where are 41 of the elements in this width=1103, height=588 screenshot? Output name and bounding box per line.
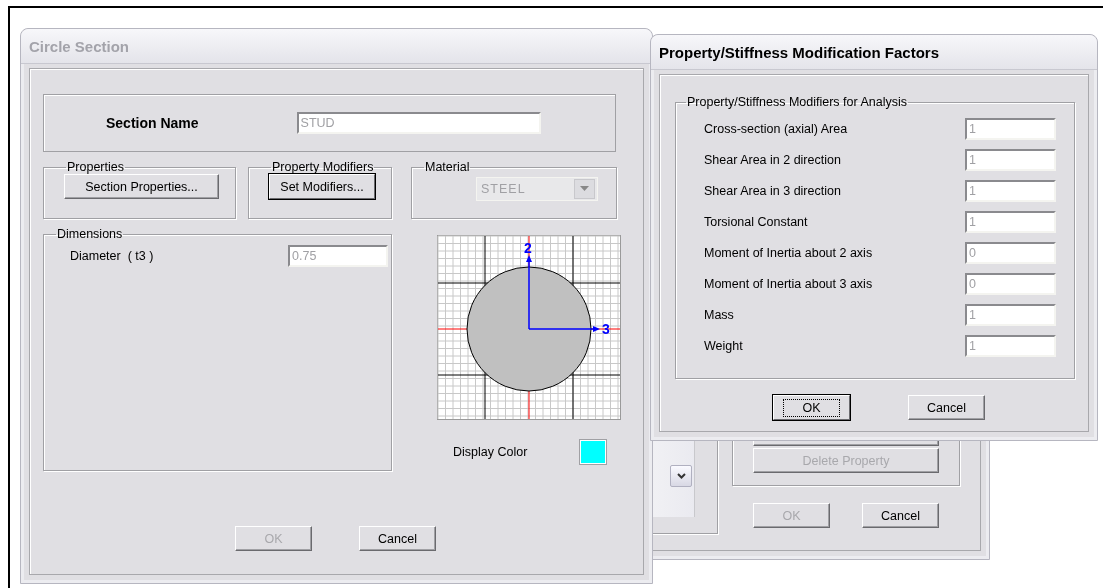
group-label: Properties (66, 160, 125, 174)
modifier-label: Shear Area in 3 direction (704, 183, 841, 198)
material-dropdown[interactable]: STEEL (476, 177, 598, 201)
modifier-label: Cross-section (axial) Area (704, 121, 848, 136)
scroll-down-button[interactable] (670, 465, 692, 487)
axis-label: 3 (602, 321, 610, 337)
display-color-label: Display Color (453, 445, 528, 459)
group-label: Material (424, 160, 471, 174)
color-swatch[interactable] (580, 440, 607, 464)
modifier-label: Shear Area in 2 direction (704, 152, 841, 167)
cancel-button[interactable]: Cancel (359, 526, 436, 551)
chevron-down-icon (676, 473, 686, 479)
ok-button[interactable]: OK (773, 395, 850, 420)
modifier-label: Torsional Constant (704, 214, 808, 229)
modifier-label: Mass (704, 307, 734, 322)
dimension-label: Diameter ( t3 ) (70, 249, 154, 263)
section-properties-button[interactable]: Section Properties... (64, 174, 219, 199)
axis-label: 2 (524, 240, 532, 256)
window-title: Property/Stiffness Modification Factors (651, 35, 1097, 70)
modifier-label: Moment of Inertia about 2 axis (704, 245, 873, 260)
cancel-button[interactable]: Cancel (908, 395, 985, 420)
modifier-field[interactable]: 1 (965, 179, 1056, 202)
set-modifiers-button[interactable]: Set Modifiers... (269, 174, 375, 199)
modifier-field[interactable]: 1 (965, 334, 1056, 357)
modifier-field[interactable]: 1 (965, 210, 1056, 233)
modifier-label: Weight (704, 338, 743, 353)
section-name-field[interactable]: STUD (296, 112, 541, 134)
dimension-field[interactable]: 0.75 (288, 245, 388, 267)
caret-icon (580, 186, 589, 192)
group-label: Property Modifiers (271, 160, 375, 174)
modifier-label: Moment of Inertia about 3 axis (704, 276, 873, 291)
modifier-field[interactable]: 1 (965, 303, 1056, 326)
modifier-field[interactable]: 0 (965, 241, 1056, 264)
group-label: Property/Stiffness Modifiers for Analysis (686, 95, 908, 109)
section-name-label: Section Name (106, 115, 199, 131)
modifier-field[interactable]: 1 (965, 117, 1056, 140)
modifier-field[interactable]: 1 (965, 148, 1056, 171)
modifier-field[interactable]: 0 (965, 272, 1056, 295)
cancel-button[interactable]: Cancel (862, 503, 939, 528)
group-label: Dimensions (56, 227, 124, 241)
window-title: Circle Section (21, 29, 652, 64)
